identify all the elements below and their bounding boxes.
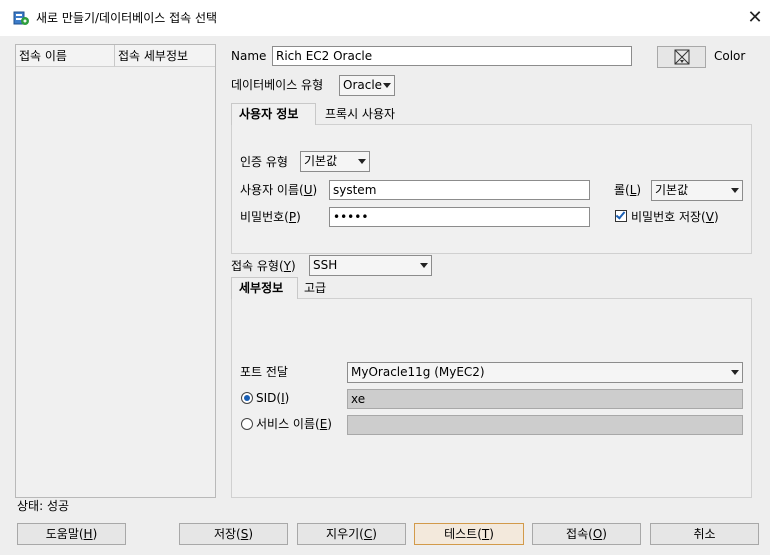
tab-user-info[interactable]: 사용자 정보 xyxy=(231,103,316,125)
chevron-down-icon xyxy=(731,188,739,193)
save-password-checkbox[interactable] xyxy=(615,209,627,222)
test-mnemonic: T xyxy=(481,527,490,541)
password-label: 비밀번호(P) xyxy=(240,210,301,224)
password-input[interactable]: ••••• xyxy=(329,207,590,227)
role-label: 롤(L) xyxy=(614,183,642,197)
help-button[interactable]: 도움말(H) xyxy=(17,523,126,545)
test-button[interactable]: 테스트(T) xyxy=(414,523,524,545)
auth-type-select[interactable]: 기본값 xyxy=(300,151,370,172)
clear-button-label: 지우기( xyxy=(326,527,364,541)
database-type-select[interactable]: Oracle xyxy=(339,75,395,96)
name-label: Name xyxy=(231,49,267,63)
connection-type-value: SSH xyxy=(313,258,338,272)
role-select[interactable]: 기본값 xyxy=(651,180,743,201)
help-button-label: 도움말( xyxy=(45,527,84,541)
sid-radio[interactable] xyxy=(241,392,253,404)
title-bar: 새로 만들기/데이터베이스 접속 선택 ✕ xyxy=(0,0,770,36)
window-title: 새로 만들기/데이터베이스 접속 선택 xyxy=(36,11,218,25)
connect-button[interactable]: 접속(O) xyxy=(532,523,641,545)
checkmark-icon xyxy=(615,209,626,220)
column-header-connection-name[interactable]: 접속 이름 xyxy=(16,45,115,67)
role-mnemonic: L xyxy=(629,183,637,197)
sid-mnemonic: I xyxy=(281,391,285,405)
service-name-label-text: 서비스 이름( xyxy=(256,417,320,431)
role-value: 기본값 xyxy=(655,183,689,197)
port-forward-select[interactable]: MyOracle11g (MyEC2) xyxy=(347,362,743,383)
connection-type-label: 접속 유형(Y) xyxy=(231,259,296,273)
sid-label: SID(I) xyxy=(256,391,290,405)
save-mnemonic: S xyxy=(240,527,249,541)
username-mnemonic: U xyxy=(303,183,313,197)
color-label: Color xyxy=(714,49,746,63)
connect-mnemonic: O xyxy=(592,527,603,541)
database-type-label: 데이터베이스 유형 xyxy=(231,78,324,92)
name-input[interactable]: Rich EC2 Oracle xyxy=(272,46,632,66)
sid-label-text: SID( xyxy=(256,391,282,405)
password-label-text: 비밀번호( xyxy=(240,210,289,224)
save-button-label: 저장( xyxy=(213,527,241,541)
chevron-down-icon xyxy=(358,159,366,164)
color-button[interactable] xyxy=(657,46,706,68)
column-header-connection-details[interactable]: 접속 세부정보 xyxy=(115,45,215,67)
save-password-label-text: 비밀번호 저장( xyxy=(631,210,706,224)
help-mnemonic: H xyxy=(83,527,93,541)
tab-details[interactable]: 세부정보 xyxy=(231,277,298,299)
connections-list[interactable]: 접속 이름 접속 세부정보 xyxy=(15,44,216,498)
connection-type-label-text: 접속 유형( xyxy=(231,259,284,273)
port-forward-value: MyOracle11g (MyEC2) xyxy=(351,365,485,379)
cancel-button[interactable]: 취소 xyxy=(650,523,759,545)
service-name-label: 서비스 이름(E) xyxy=(256,417,332,431)
save-button[interactable]: 저장(S) xyxy=(179,523,288,545)
tab-advanced[interactable]: 고급 xyxy=(297,278,333,300)
color-picker-icon xyxy=(674,49,690,65)
username-label-text: 사용자 이름( xyxy=(240,183,304,197)
chevron-down-icon xyxy=(420,263,428,268)
password-mnemonic: P xyxy=(288,210,297,224)
role-label-text: 롤( xyxy=(614,183,630,197)
close-icon[interactable]: ✕ xyxy=(745,8,765,28)
status-text: 상태: 성공 xyxy=(17,499,70,513)
clear-mnemonic: C xyxy=(363,527,373,541)
auth-type-value: 기본값 xyxy=(304,154,338,168)
connection-type-select[interactable]: SSH xyxy=(309,255,432,276)
connection-plug-icon xyxy=(13,11,29,25)
connection-type-mnemonic: Y xyxy=(283,259,292,273)
chevron-down-icon xyxy=(383,83,391,88)
port-forward-label: 포트 전달 xyxy=(240,365,288,379)
database-type-value: Oracle xyxy=(343,78,383,92)
connect-button-label: 접속( xyxy=(566,527,593,541)
service-name-input[interactable] xyxy=(347,415,743,435)
test-button-label: 테스트( xyxy=(444,527,482,541)
tab-proxy-user[interactable]: 프록시 사용자 xyxy=(318,104,402,126)
chevron-down-icon xyxy=(731,370,739,375)
username-input[interactable]: system xyxy=(329,180,590,200)
save-password-label: 비밀번호 저장(V) xyxy=(631,210,719,224)
service-name-radio[interactable] xyxy=(241,418,253,430)
sid-input[interactable]: xe xyxy=(347,389,743,409)
service-name-mnemonic: E xyxy=(319,417,328,431)
clear-button[interactable]: 지우기(C) xyxy=(297,523,406,545)
username-label: 사용자 이름(U) xyxy=(240,183,318,197)
save-password-mnemonic: V xyxy=(705,210,714,224)
radio-selected-dot xyxy=(244,395,250,401)
auth-type-label: 인증 유형 xyxy=(240,155,288,169)
